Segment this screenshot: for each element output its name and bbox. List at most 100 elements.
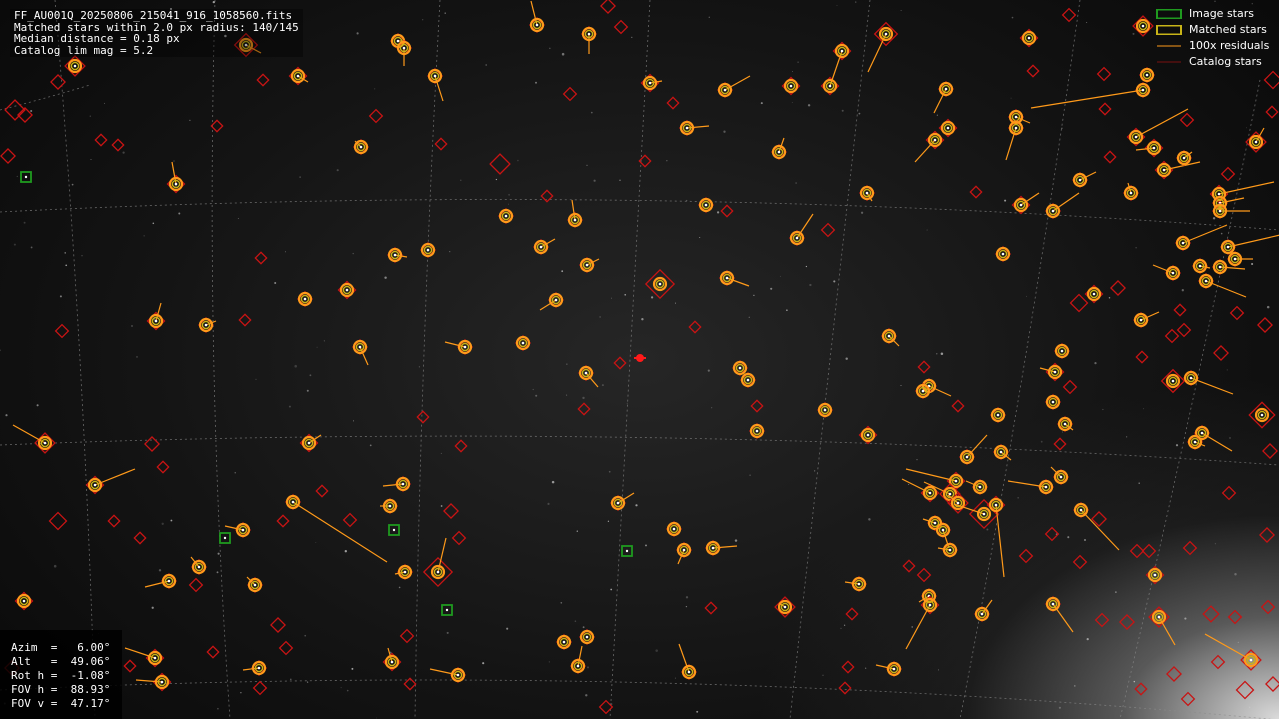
catalog-star	[206, 645, 220, 659]
star-core	[965, 455, 969, 459]
star-core	[445, 608, 449, 612]
residual-vector	[796, 213, 814, 239]
star-core	[154, 319, 158, 323]
star-core	[711, 546, 715, 550]
catalog-star	[50, 74, 66, 90]
catalog-star	[1179, 112, 1195, 128]
residual-vector	[1080, 509, 1120, 551]
background-star	[635, 504, 638, 507]
background-star	[916, 458, 918, 461]
star-core	[1141, 88, 1145, 92]
catalog-star	[1210, 654, 1226, 670]
background-star	[173, 160, 175, 162]
catalog-star	[107, 514, 121, 528]
catalog-star	[1061, 7, 1077, 23]
background-star	[607, 520, 610, 522]
residual-vector	[1204, 633, 1252, 661]
background-star	[585, 694, 588, 697]
background-star	[340, 687, 342, 689]
star-core	[1044, 485, 1048, 489]
background-star	[1067, 536, 1070, 539]
star-core	[1249, 658, 1253, 662]
star-core	[1001, 252, 1005, 256]
background-star	[624, 293, 627, 296]
star-core	[956, 501, 960, 505]
background-star	[608, 470, 611, 473]
star-core	[1014, 126, 1018, 130]
catalog-star	[1053, 437, 1067, 451]
star-core	[576, 664, 580, 668]
background-star	[346, 689, 349, 692]
background-star	[619, 179, 621, 181]
residual-vector	[914, 139, 936, 163]
star-core	[1051, 602, 1055, 606]
background-star	[549, 47, 551, 49]
catalog-star	[688, 320, 702, 334]
star-core	[1134, 135, 1138, 139]
legend-catalog-stars-label: Catalog stars	[1189, 55, 1262, 68]
background-star	[685, 605, 688, 608]
star-core	[396, 39, 400, 43]
grid-line	[0, 84, 91, 111]
catalog-star	[1182, 540, 1198, 556]
grid-line	[211, 0, 231, 719]
background-star	[532, 388, 534, 391]
catalog-star	[1129, 543, 1145, 559]
legend-matched-stars: Matched stars	[1156, 22, 1276, 38]
star-core	[704, 203, 708, 207]
background-star	[547, 502, 550, 505]
star-core	[1217, 192, 1221, 196]
star-core	[401, 482, 405, 486]
star-core	[463, 345, 467, 349]
background-star	[1184, 617, 1187, 620]
star-core	[426, 248, 430, 252]
background-star	[900, 385, 902, 386]
background-star	[170, 519, 173, 522]
catalog-star	[902, 559, 916, 573]
star-core	[978, 485, 982, 489]
catalog-star	[951, 399, 965, 413]
catalog-star	[1173, 303, 1187, 317]
grid-line	[609, 0, 651, 719]
background-star	[449, 251, 451, 253]
background-star	[30, 246, 33, 249]
star-core	[1200, 431, 1204, 435]
star-core	[1171, 379, 1175, 383]
background-star	[351, 667, 354, 670]
star-core	[892, 667, 896, 671]
star-core	[866, 433, 870, 437]
star-core	[685, 126, 689, 130]
residual-vector	[1052, 192, 1080, 212]
star-core	[43, 441, 47, 445]
star-core	[253, 583, 257, 587]
catalog-star	[254, 251, 268, 265]
residual-vector	[1255, 127, 1265, 143]
background-star	[306, 681, 309, 683]
background-star	[284, 251, 287, 253]
catalog-star	[451, 530, 467, 546]
background-star	[786, 309, 788, 312]
catalog-star	[188, 577, 204, 593]
residual-vector	[901, 478, 931, 494]
background-star	[711, 407, 713, 409]
background-star	[1040, 440, 1043, 443]
star-core	[1171, 271, 1175, 275]
pointing-panel: Azim = 6.00° Alt = 49.06° Rot h = -1.08° FO…	[0, 630, 122, 719]
background-star	[1226, 369, 1228, 371]
background-star	[161, 522, 164, 525]
star-core	[1145, 73, 1149, 77]
background-star	[30, 109, 33, 113]
background-star	[1126, 436, 1128, 438]
star-core	[865, 191, 869, 195]
catalog-limmag-text: Catalog lim mag = 5.2	[14, 43, 154, 57]
background-star	[1214, 543, 1216, 545]
background-star	[508, 193, 511, 196]
star-core	[746, 378, 750, 382]
catalog-star	[1134, 682, 1148, 696]
star-core	[1153, 573, 1157, 577]
star-core	[296, 74, 300, 78]
background-star	[868, 518, 871, 521]
background-star	[1237, 641, 1239, 644]
catalog-star	[1094, 612, 1110, 628]
background-star	[1135, 247, 1137, 249]
